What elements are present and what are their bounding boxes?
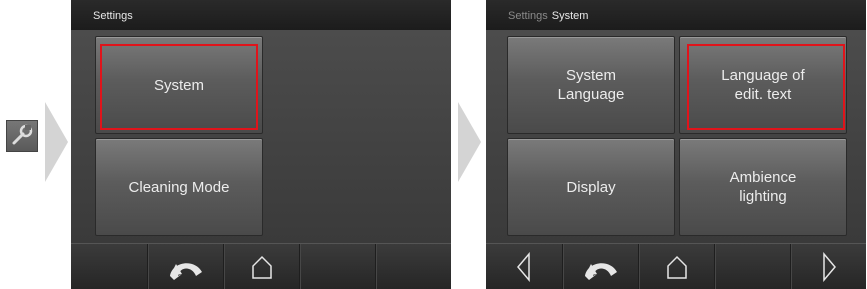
bottom-nav-bar (71, 243, 451, 289)
tile-label: System Language (557, 67, 625, 103)
home-button[interactable] (639, 244, 714, 289)
cleaning-mode-tile[interactable]: Cleaning Mode (95, 138, 263, 236)
chevron-right-icon (822, 251, 836, 282)
home-button[interactable] (224, 244, 299, 289)
display-tile[interactable]: Display (507, 138, 675, 236)
system-screen: Settings System System Language Language … (486, 0, 866, 289)
page-title: Settings (93, 10, 133, 22)
tile-label: Display (566, 178, 616, 196)
home-icon (251, 255, 272, 279)
step-arrow (45, 102, 68, 182)
breadcrumb: Settings System (508, 10, 588, 22)
previous-button[interactable] (486, 244, 562, 289)
title-bar: Settings (71, 0, 451, 30)
back-button[interactable] (563, 244, 638, 289)
back-arrow-icon (169, 262, 202, 280)
next-button[interactable] (791, 244, 866, 289)
settings-screen: Settings System Cleaning Mode (71, 0, 451, 289)
title-bar: Settings System (486, 0, 866, 30)
home-icon (666, 255, 687, 279)
breadcrumb-parent[interactable]: Settings (508, 10, 548, 22)
language-of-edit-text-tile[interactable]: Language of edit. text (679, 36, 847, 134)
step-arrow (458, 102, 481, 182)
tile-label: Cleaning Mode (128, 178, 230, 196)
tile-label: System (153, 76, 204, 94)
chevron-left-icon (517, 251, 530, 282)
system-language-tile[interactable]: System Language (507, 36, 675, 134)
back-button[interactable] (148, 244, 223, 289)
tile-label: Language of edit. text (721, 67, 805, 103)
ambience-lighting-tile[interactable]: Ambience lighting (679, 138, 847, 236)
bottom-nav-bar (486, 243, 866, 289)
tile-grid: System Language Language of edit. text D… (486, 30, 866, 244)
system-tile[interactable]: System (95, 36, 263, 134)
settings-wrench-icon (6, 120, 38, 152)
tile-label: Ambience lighting (729, 169, 797, 205)
page-title: System (551, 10, 589, 22)
tile-grid: System Cleaning Mode (71, 30, 451, 244)
back-arrow-icon (584, 262, 617, 280)
